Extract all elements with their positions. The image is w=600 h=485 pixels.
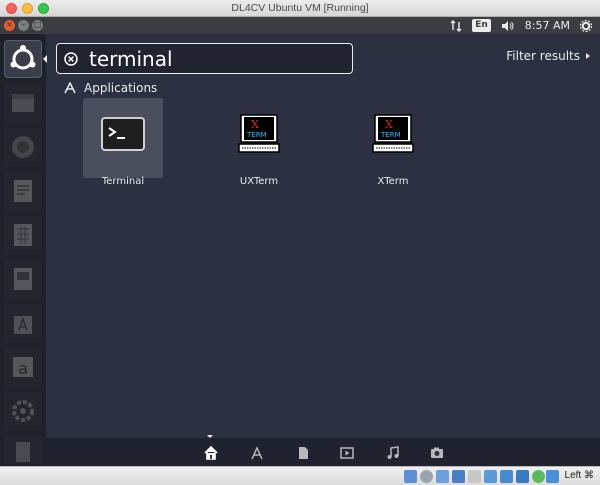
app-terminal[interactable]: Terminal	[83, 98, 163, 187]
xterm-icon: X TERM	[238, 114, 280, 153]
impress-icon[interactable]	[4, 260, 42, 298]
app-xterm[interactable]: X TERM XTerm	[353, 98, 433, 187]
host-key-indicator: Left ⌘	[564, 470, 594, 481]
section-title: Applications	[84, 81, 158, 95]
applications-section-header[interactable]: Applications	[64, 79, 157, 97]
app-label-terminal: Terminal	[101, 176, 145, 187]
shared-folders-icon[interactable]	[484, 470, 497, 483]
settings-icon[interactable]	[4, 392, 42, 430]
mouse-integration-icon[interactable]	[546, 470, 559, 483]
vm-window: DL4CV Ubuntu VM [Running] × – □ En 8:57 …	[0, 0, 600, 485]
trash-icon[interactable]	[4, 436, 42, 464]
video-capture-icon[interactable]	[516, 470, 529, 483]
home-icon[interactable]	[204, 446, 218, 460]
filter-results-label: Filter results	[506, 49, 580, 63]
system-gear-icon[interactable]	[580, 19, 592, 32]
mac-titlebar: DL4CV Ubuntu VM [Running]	[0, 0, 600, 17]
ubuntu-dash-icon[interactable]	[4, 40, 42, 78]
clock[interactable]: 8:57 AM	[525, 19, 570, 32]
keyboard-layout-indicator[interactable]: En	[472, 19, 491, 32]
app-label-xterm: XTerm	[377, 176, 409, 187]
launcher-active-arrow	[43, 55, 47, 63]
usb-icon[interactable]	[468, 470, 481, 483]
file-manager-icon[interactable]	[4, 84, 42, 122]
svg-text:TERM: TERM	[246, 131, 267, 139]
panel-indicators: En 8:57 AM	[450, 17, 592, 34]
dash-close-button[interactable]: ×	[4, 20, 15, 31]
dash-maximize-button[interactable]: □	[32, 20, 43, 31]
network-icon[interactable]	[450, 19, 462, 32]
window-title: DL4CV Ubuntu VM [Running]	[231, 2, 369, 14]
terminal-icon	[101, 117, 145, 151]
app-uxterm[interactable]: X TERM UXTerm	[219, 98, 299, 187]
firefox-icon[interactable]	[4, 128, 42, 166]
dash-search-input[interactable]: terminal	[56, 43, 353, 74]
svg-text:X: X	[385, 118, 393, 131]
files-icon[interactable]	[296, 446, 310, 460]
writer-icon[interactable]	[4, 172, 42, 210]
chevron-right-icon	[586, 53, 590, 59]
display-icon[interactable]	[500, 470, 513, 483]
software-center-icon[interactable]	[4, 304, 42, 342]
lens-bar	[46, 438, 600, 466]
app-label-uxterm: UXTerm	[239, 176, 279, 187]
xterm-icon: X TERM	[372, 114, 414, 153]
network-adapter-icon[interactable]	[452, 470, 465, 483]
unity-dash: a terminal Filter results Applications T…	[0, 34, 600, 466]
filter-results-button[interactable]: Filter results	[506, 49, 590, 63]
launcher: a	[0, 34, 47, 466]
svg-text:a: a	[18, 359, 28, 378]
video-icon[interactable]	[340, 446, 354, 460]
svg-text:X: X	[251, 118, 259, 131]
cpu-icon[interactable]	[532, 470, 545, 483]
volume-icon[interactable]	[501, 20, 515, 32]
svg-text:TERM: TERM	[380, 131, 401, 139]
applications-icon	[64, 82, 76, 94]
ubuntu-top-panel: × – □ En 8:57 AM	[0, 17, 600, 34]
hard-disk-icon[interactable]	[404, 470, 417, 483]
calc-icon[interactable]	[4, 216, 42, 254]
music-icon[interactable]	[386, 446, 400, 460]
dash-minimize-button[interactable]: –	[18, 20, 29, 31]
search-query: terminal	[89, 47, 173, 71]
photo-icon[interactable]	[430, 446, 444, 460]
virtualbox-status-bar: Left ⌘	[0, 466, 600, 485]
audio-icon[interactable]	[436, 470, 449, 483]
applications-icon[interactable]	[250, 446, 264, 460]
amazon-icon[interactable]: a	[4, 348, 42, 386]
optical-drive-icon[interactable]	[420, 470, 433, 483]
clear-search-icon[interactable]	[64, 52, 78, 66]
